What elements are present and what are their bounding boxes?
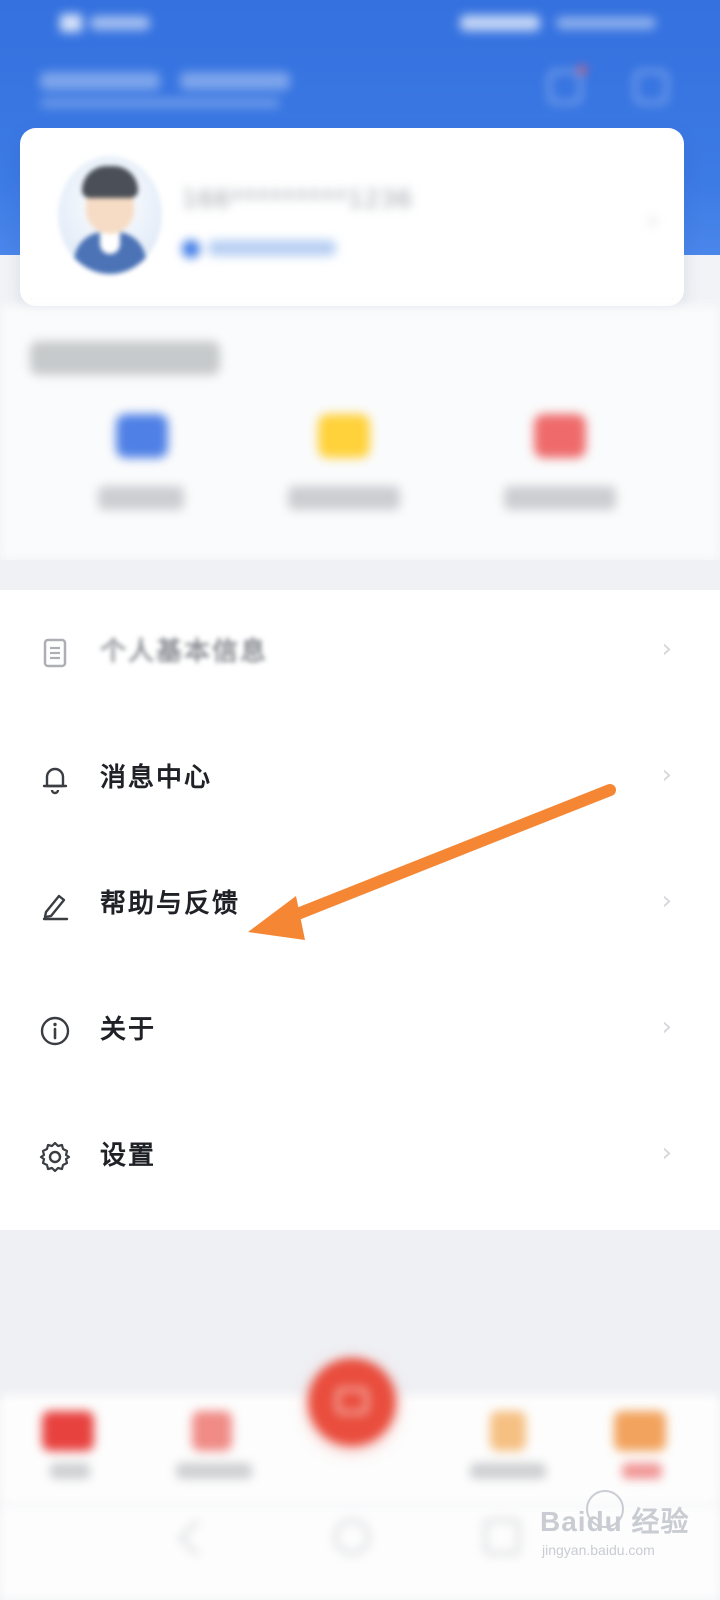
nav-tab-service[interactable] [158, 1405, 268, 1485]
folder-icon [318, 414, 370, 458]
services-section [0, 306, 720, 560]
gear-icon [39, 1141, 71, 1173]
section-divider [0, 560, 720, 590]
chevron-right-icon: › [661, 1138, 672, 1168]
notification-dot [578, 66, 586, 74]
service-icon [192, 1411, 232, 1451]
chevron-right-icon: › [661, 886, 672, 916]
avatar[interactable] [58, 156, 162, 274]
scan-icon[interactable] [634, 70, 668, 104]
chevron-right-icon: › [661, 634, 672, 664]
pencil-icon [42, 894, 69, 921]
profile-card[interactable]: 166*********1236 › [20, 128, 684, 306]
status-left [60, 12, 160, 34]
menu-label: 消息中心 [100, 763, 213, 793]
menu-label: 帮助与反馈 [100, 889, 241, 919]
back-icon[interactable] [178, 1519, 216, 1557]
discover-icon [490, 1411, 526, 1451]
nav-tab-discover[interactable] [452, 1405, 562, 1485]
chevron-right-icon: › [647, 206, 658, 236]
masked-phone-number: 166*********1236 [182, 185, 413, 213]
card-icon [116, 414, 168, 458]
settings-menu: 个人基本信息 › 消息中心 › 帮助与反馈 › 关于 › 设置 › [0, 590, 720, 1230]
user-icon [614, 1411, 666, 1451]
menu-label: 关于 [100, 1015, 157, 1045]
menu-item-message-center[interactable]: 消息中心 › [0, 716, 720, 842]
status-bar [0, 0, 720, 50]
status-right [460, 12, 660, 34]
service-item-2[interactable] [278, 406, 408, 526]
badge-icon [534, 414, 586, 458]
menu-item-about[interactable]: 关于 › [0, 968, 720, 1094]
home-icon [42, 1411, 94, 1451]
service-item-3[interactable] [494, 406, 624, 526]
menu-item-help-feedback[interactable]: 帮助与反馈 › [0, 842, 720, 968]
chevron-right-icon: › [661, 1012, 672, 1042]
bell-icon [42, 767, 68, 795]
watermark-url: jingyan.baidu.com [542, 1542, 655, 1558]
chevron-right-icon: › [661, 760, 672, 790]
watermark-brand: Baidu 经验 [540, 1506, 690, 1537]
home-button-icon[interactable] [334, 1519, 370, 1555]
center-action-button[interactable] [308, 1358, 396, 1446]
header-greeting [40, 72, 300, 112]
services-title [30, 341, 220, 375]
message-icon[interactable] [548, 70, 582, 104]
menu-label: 个人基本信息 [100, 637, 269, 667]
scan-code-icon [336, 1388, 368, 1414]
document-icon [43, 638, 67, 668]
info-icon [40, 1016, 70, 1046]
nav-tab-home[interactable] [14, 1405, 124, 1485]
verified-icon [182, 240, 200, 258]
baidu-watermark: Baidu 经验 jingyan.baidu.com [540, 1490, 700, 1570]
recent-apps-icon[interactable] [484, 1519, 520, 1555]
menu-item-settings[interactable]: 设置 › [0, 1094, 720, 1220]
menu-item-personal-info[interactable]: 个人基本信息 › [0, 590, 720, 716]
menu-label: 设置 [100, 1141, 157, 1171]
service-item-1[interactable] [76, 406, 206, 526]
nav-tab-mine[interactable] [586, 1405, 696, 1485]
